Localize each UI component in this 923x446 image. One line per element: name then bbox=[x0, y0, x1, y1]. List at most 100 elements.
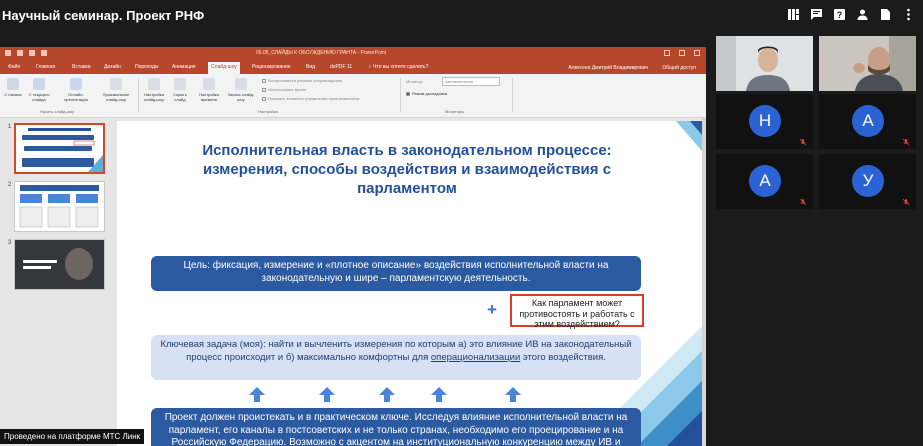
hide-slide-button[interactable]: Скрыть слайд bbox=[168, 78, 192, 102]
tab-review[interactable]: Рецензирование bbox=[252, 64, 291, 70]
tab-home[interactable]: Главная bbox=[36, 64, 55, 70]
quick-access-toolbar bbox=[5, 50, 47, 56]
key-task-underlined: операционализации bbox=[430, 351, 521, 363]
slide-corner-decoration bbox=[676, 121, 702, 151]
setup-slideshow-button[interactable]: Настройка слайд-шоу bbox=[140, 78, 168, 102]
undo-icon[interactable] bbox=[17, 50, 23, 56]
avatar: А bbox=[852, 105, 884, 137]
key-task-box: Ключевая задача (моя): найти и вычленить… bbox=[151, 335, 641, 380]
ribbon-separator bbox=[138, 78, 139, 112]
show-media-controls-check[interactable]: Показать элементы управления проигрывате… bbox=[262, 96, 359, 101]
meeting-topbar: Научный семинар. Проект РНФ ? bbox=[0, 0, 923, 32]
play-current-icon bbox=[33, 78, 45, 90]
timer-icon bbox=[203, 78, 215, 90]
participant-video-1 bbox=[716, 36, 813, 91]
grid-icon[interactable] bbox=[787, 8, 800, 21]
thumb-number: 3 bbox=[8, 240, 12, 246]
participant-tile: У bbox=[819, 154, 916, 209]
slide-thumbnail-2[interactable] bbox=[14, 181, 105, 232]
meeting-title: Научный семинар. Проект РНФ bbox=[2, 8, 205, 23]
window-controls bbox=[664, 50, 700, 56]
thumb-number: 2 bbox=[8, 182, 12, 188]
slideshow-ribbon: С начала С текущего слайда Онлайн-презен… bbox=[0, 74, 706, 118]
mic-muted-icon bbox=[799, 138, 807, 146]
avatar: А bbox=[749, 165, 781, 197]
top-toolbar: ? bbox=[787, 8, 915, 21]
group-start-slideshow: Начать слайд-шоу bbox=[40, 109, 75, 114]
project-box: Проект должен проистекать и в практическ… bbox=[151, 408, 641, 446]
group-setup: Настройка bbox=[258, 109, 278, 114]
ppt-document-title: 05.05_СЛАЙДЫ К ОБСУЖДЕНИЮ ГРАНТА - Power… bbox=[256, 50, 387, 56]
mic-muted-icon bbox=[799, 198, 807, 206]
question-box: Как парламент может противостоять и рабо… bbox=[510, 294, 644, 329]
user-icon[interactable] bbox=[856, 8, 869, 21]
custom-show-icon bbox=[110, 78, 122, 90]
from-current-slide-button[interactable]: С текущего слайда bbox=[28, 78, 50, 102]
tab-insert[interactable]: Вставка bbox=[72, 64, 91, 70]
slide-thumbnails-pane: 1 2 3 bbox=[0, 118, 113, 446]
tab-dopdf[interactable]: doPDF 11 bbox=[330, 64, 352, 70]
from-beginning-button[interactable]: С начала bbox=[2, 78, 24, 97]
share-button[interactable]: Общий доступ bbox=[662, 65, 696, 71]
key-task-text-end: этого воздействия. bbox=[520, 351, 606, 363]
maximize-icon[interactable] bbox=[679, 50, 685, 56]
ribbon-separator bbox=[400, 78, 401, 112]
slide-scrollbar[interactable] bbox=[702, 118, 706, 446]
thumbnail-2-preview bbox=[19, 185, 99, 228]
avatar: У bbox=[852, 165, 884, 197]
tab-transitions[interactable]: Переходы bbox=[135, 64, 158, 70]
ppt-title-bar: 05.05_СЛАЙДЫ К ОБСУЖДЕНИЮ ГРАНТА - Power… bbox=[0, 47, 706, 62]
ppt-ribbon-tabs: Файл Главная Вставка Дизайн Переходы Ани… bbox=[0, 62, 706, 74]
participant-video-2 bbox=[819, 36, 916, 91]
close-icon[interactable] bbox=[694, 50, 700, 56]
participant-tile: А bbox=[819, 94, 916, 149]
mic-muted-icon bbox=[902, 198, 910, 206]
participant-video-frame bbox=[819, 36, 916, 91]
ribbon-separator bbox=[512, 78, 513, 112]
start-show-icon[interactable] bbox=[41, 50, 47, 56]
participant-tile: Н bbox=[716, 94, 813, 149]
thumbnail-3-preview bbox=[15, 240, 104, 289]
tab-slideshow[interactable]: Слайд-шоу bbox=[208, 62, 240, 74]
document-icon[interactable] bbox=[879, 8, 892, 21]
tab-design[interactable]: Дизайн bbox=[104, 64, 121, 70]
slide-thumbnail-3[interactable] bbox=[14, 239, 105, 290]
tell-me-search[interactable]: ♀ Что вы хотите сделать? bbox=[368, 64, 428, 70]
shared-screen: 05.05_СЛАЙДЫ К ОБСУЖДЕНИЮ ГРАНТА - Power… bbox=[0, 47, 706, 446]
participant-tile: А bbox=[716, 154, 813, 209]
minimize-icon[interactable] bbox=[664, 50, 670, 56]
tab-animation[interactable]: Анимация bbox=[172, 64, 195, 70]
play-narrations-check[interactable]: Воспроизвести речевое сопровождение bbox=[262, 78, 342, 83]
more-icon[interactable] bbox=[902, 8, 915, 21]
slide-thumbnail-1[interactable] bbox=[14, 123, 105, 174]
monitor-select[interactable]: Автоматически bbox=[442, 77, 500, 86]
group-monitors: Мониторы bbox=[445, 109, 465, 114]
participant-video-frame bbox=[716, 36, 813, 91]
custom-show-button[interactable]: Произвольное слайд-шоу bbox=[98, 78, 134, 102]
plus-icon: + bbox=[487, 300, 497, 319]
hide-slide-icon bbox=[174, 78, 186, 90]
setup-icon bbox=[148, 78, 160, 90]
presenter-view-check[interactable]: Режим докладчика bbox=[406, 91, 447, 96]
record-slideshow-button[interactable]: Запись слайд-шоу bbox=[226, 78, 256, 102]
use-timings-check[interactable]: Использовать время bbox=[262, 87, 306, 92]
help-icon[interactable]: ? bbox=[833, 8, 846, 21]
tab-file[interactable]: Файл bbox=[8, 64, 20, 70]
slide-title: Исполнительная власть в законодательном … bbox=[202, 142, 612, 197]
rehearse-timings-button[interactable]: Настройка времени bbox=[194, 78, 224, 102]
thumb-number: 1 bbox=[8, 124, 12, 130]
avatar: Н bbox=[749, 105, 781, 137]
redo-icon[interactable] bbox=[29, 50, 35, 56]
thumbnail-1-preview bbox=[22, 128, 103, 172]
online-icon bbox=[70, 78, 82, 90]
slide-canvas: Исполнительная власть в законодательном … bbox=[117, 121, 702, 446]
save-icon[interactable] bbox=[5, 50, 11, 56]
chat-icon[interactable] bbox=[810, 8, 823, 21]
platform-footer: Проведено на платформе МТС Линк bbox=[0, 429, 145, 444]
online-presentation-button[interactable]: Онлайн-презентация bbox=[60, 78, 92, 102]
ppt-user-name: Алексеев Дмитрий Владимирович bbox=[568, 65, 648, 71]
record-icon bbox=[235, 78, 247, 90]
play-icon bbox=[7, 78, 19, 90]
mic-muted-icon bbox=[902, 138, 910, 146]
tab-view[interactable]: Вид bbox=[306, 64, 315, 70]
